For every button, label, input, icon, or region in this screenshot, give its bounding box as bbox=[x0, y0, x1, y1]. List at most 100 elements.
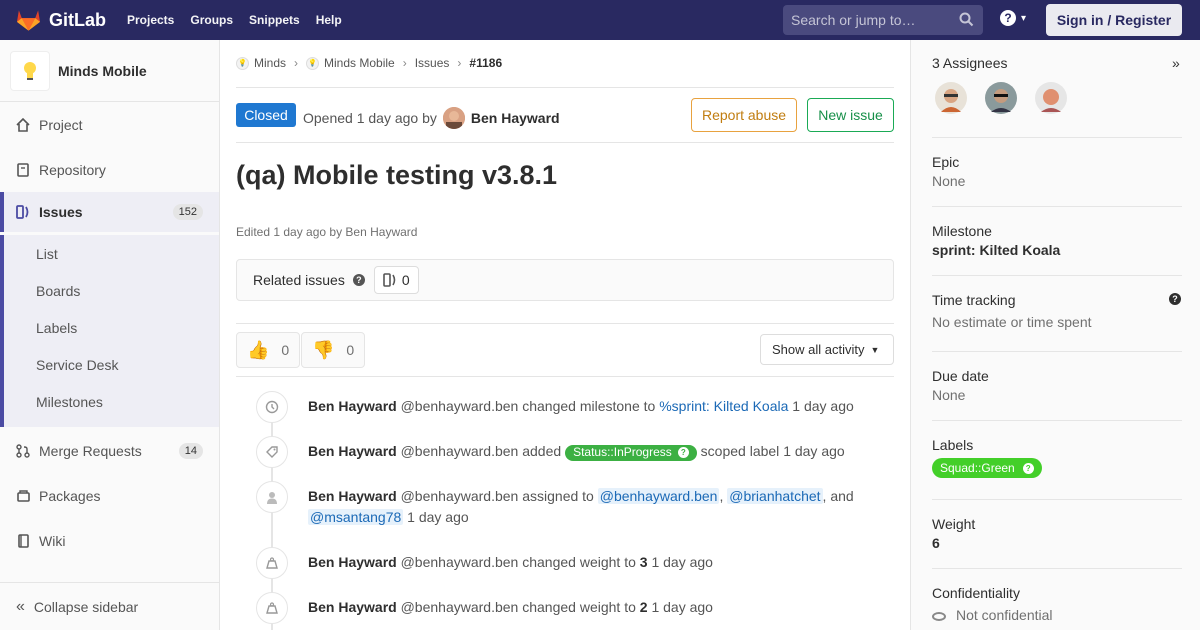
project-header[interactable]: Minds Mobile bbox=[0, 40, 219, 102]
breadcrumb-issues[interactable]: Issues bbox=[415, 56, 450, 70]
sidebar-item-packages[interactable]: Packages bbox=[0, 473, 219, 518]
search-input[interactable]: Search or jump to… bbox=[783, 5, 983, 35]
sidebar-item-repository[interactable]: Repository bbox=[0, 147, 219, 192]
lightbulb-icon bbox=[24, 61, 36, 80]
note-time: 1 day ago bbox=[783, 443, 845, 459]
subnav-list[interactable]: List bbox=[36, 246, 58, 262]
thumbs-up-count: 0 bbox=[281, 342, 290, 358]
nav-snippets[interactable]: Snippets bbox=[241, 13, 308, 27]
report-abuse-button[interactable]: Report abuse bbox=[691, 98, 797, 132]
divider bbox=[236, 376, 894, 377]
sidebar-item-wiki[interactable]: Wiki bbox=[0, 518, 219, 563]
new-issue-button[interactable]: New issue bbox=[807, 98, 894, 132]
collapse-label: Collapse sidebar bbox=[33, 598, 139, 615]
subnav-milestones[interactable]: Milestones bbox=[36, 394, 103, 410]
note-handle[interactable]: @benhayward.ben bbox=[401, 599, 519, 615]
thumbs-down-button[interactable]: 👎 0 bbox=[301, 332, 366, 368]
sidebar-item-label: Repository bbox=[39, 161, 106, 178]
confidentiality-row: Not confidential bbox=[932, 607, 1182, 623]
help-icon[interactable]: ? bbox=[352, 274, 365, 286]
note-handle[interactable]: @benhayward.ben bbox=[401, 398, 519, 414]
label-text: Squad::Green bbox=[940, 461, 1015, 475]
divider bbox=[932, 568, 1182, 569]
chevron-down-icon: ▾ bbox=[1021, 12, 1027, 24]
author-avatar[interactable] bbox=[442, 107, 465, 129]
avatar[interactable] bbox=[985, 82, 1017, 114]
divider bbox=[236, 87, 894, 88]
note-after: scoped label bbox=[700, 443, 780, 459]
thumbs-up-button[interactable]: 👍 0 bbox=[236, 332, 301, 368]
divider bbox=[932, 275, 1182, 276]
note-text: changed milestone to bbox=[522, 398, 656, 414]
help-dropdown[interactable]: ? ▾ bbox=[1000, 10, 1026, 26]
nav-groups[interactable]: Groups bbox=[182, 13, 241, 27]
due-date-value: None bbox=[932, 387, 966, 403]
edited-text: Edited 1 day ago by Ben Hayward bbox=[236, 225, 418, 239]
project-avatar-icon: 💡 bbox=[306, 56, 320, 70]
project-name: Minds Mobile bbox=[58, 62, 147, 79]
breadcrumb-issue-id[interactable]: #1186 bbox=[469, 56, 502, 70]
nav-help[interactable]: Help bbox=[308, 13, 350, 27]
avatar[interactable] bbox=[935, 82, 967, 114]
avatar[interactable] bbox=[1035, 82, 1067, 114]
doc-icon bbox=[16, 162, 30, 177]
note-handle[interactable]: @benhayward.ben bbox=[401, 554, 519, 570]
divider bbox=[932, 137, 1182, 138]
tanuki-icon bbox=[16, 10, 41, 31]
subnav-labels[interactable]: Labels bbox=[36, 320, 77, 336]
note-author[interactable]: Ben Hayward bbox=[308, 599, 397, 615]
author-name[interactable]: Ben Hayward bbox=[471, 110, 560, 126]
note-author[interactable]: Ben Hayward bbox=[308, 554, 397, 570]
sidebar-item-project[interactable]: Project bbox=[0, 102, 219, 147]
confidentiality-value: Not confidential bbox=[956, 607, 1053, 623]
nav-projects[interactable]: Projects bbox=[119, 13, 182, 27]
help-icon: ? bbox=[1022, 462, 1034, 474]
breadcrumb-project[interactable]: Minds Mobile bbox=[324, 56, 395, 70]
double-chevron-left-icon: « bbox=[16, 597, 25, 615]
milestone-link[interactable]: %sprint: Kilted Koala bbox=[659, 398, 788, 414]
expand-sidebar-icon[interactable]: » bbox=[1172, 55, 1180, 71]
thumbs-down-count: 0 bbox=[346, 342, 355, 358]
note-author[interactable]: Ben Hayward bbox=[308, 398, 397, 414]
sign-in-button[interactable]: Sign in / Register bbox=[1046, 4, 1182, 36]
clock-icon bbox=[256, 391, 288, 423]
gitlab-logo[interactable]: GitLab bbox=[16, 8, 106, 32]
breadcrumb-separator: › bbox=[294, 56, 299, 70]
user-mention[interactable]: @msantang78 bbox=[308, 509, 404, 525]
note-handle[interactable]: @benhayward.ben bbox=[401, 488, 519, 504]
search-placeholder: Search or jump to… bbox=[791, 12, 916, 28]
activity-filter-dropdown[interactable]: Show all activity ▼ bbox=[760, 334, 894, 365]
sidebar-item-merge-requests[interactable]: Merge Requests 14 bbox=[0, 428, 219, 473]
related-count-value: 0 bbox=[401, 272, 410, 288]
label-badge[interactable]: Squad::Green ? bbox=[932, 458, 1042, 478]
due-date-section: Due date None bbox=[932, 368, 1182, 403]
time-tracking-title: Time tracking bbox=[932, 292, 1016, 308]
issue-sidebar: 3 Assignees » Epic None Milestone sprint… bbox=[910, 40, 1200, 630]
sidebar-item-issues[interactable]: Issues 152 bbox=[0, 192, 219, 232]
issue-title: (qa) Mobile testing v3.8.1 bbox=[236, 160, 558, 190]
user-mention[interactable]: @benhayward.ben bbox=[597, 488, 720, 504]
note-text: assigned to bbox=[522, 488, 594, 504]
note-time: 1 day ago bbox=[407, 509, 469, 525]
status-badge: Closed bbox=[236, 103, 296, 127]
milestone-value[interactable]: sprint: Kilted Koala bbox=[932, 242, 1182, 258]
scoped-label-text: Status::InProgress bbox=[573, 445, 672, 459]
note-body: Ben Hayward @benhayward.ben added Status… bbox=[308, 441, 878, 462]
scoped-label-badge[interactable]: Status::InProgress ? bbox=[565, 444, 697, 461]
divider bbox=[932, 420, 1182, 421]
issues-icon bbox=[16, 205, 30, 219]
collapse-sidebar-button[interactable]: « Collapse sidebar bbox=[0, 582, 219, 630]
subnav-service-desk[interactable]: Service Desk bbox=[36, 357, 118, 373]
note-handle[interactable]: @benhayward.ben bbox=[401, 443, 519, 459]
sidebar-item-label: Project bbox=[39, 116, 83, 133]
note-author[interactable]: Ben Hayward bbox=[308, 488, 397, 504]
confidentiality-title: Confidentiality bbox=[932, 585, 1020, 601]
help-icon[interactable]: ? bbox=[1169, 293, 1181, 305]
weight-title: Weight bbox=[932, 516, 976, 532]
thumbs-up-icon: 👍 bbox=[247, 339, 270, 360]
subnav-boards[interactable]: Boards bbox=[36, 283, 80, 299]
weight-section: Weight 6 bbox=[932, 516, 1182, 551]
user-mention[interactable]: @brianhatchet bbox=[727, 488, 823, 504]
note-author[interactable]: Ben Hayward bbox=[308, 443, 397, 459]
breadcrumb-group[interactable]: Minds bbox=[254, 56, 286, 70]
